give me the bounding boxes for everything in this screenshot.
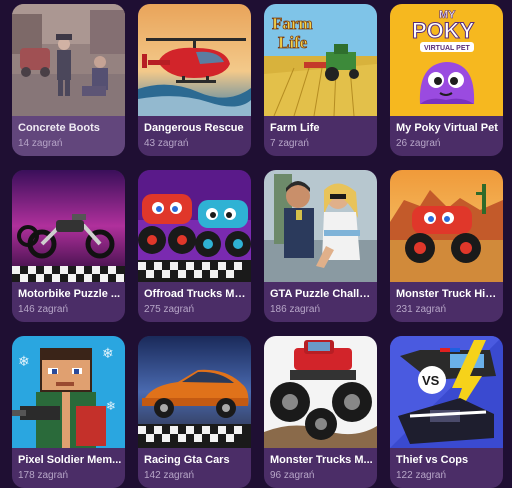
- play-count: 275 zagrań: [144, 304, 195, 315]
- motorbike-puzzle-thumbnail[interactable]: [12, 170, 125, 282]
- farm-life-thumbnail[interactable]: Farm Life: [264, 4, 377, 116]
- play-count: 122 zagrań: [396, 470, 447, 481]
- game-title[interactable]: Offroad Trucks Me...: [144, 288, 248, 301]
- game-card-pixel-soldier[interactable]: ❄ ❄ ❄ Pixel Soldier Mem... 178 zagrań: [12, 336, 125, 488]
- game-card-my-poky-virtual-pet[interactable]: MY POKY VIRTUAL PET My Poky Virtual Pet …: [390, 4, 503, 156]
- play-count: 43 zagrań: [144, 138, 189, 149]
- thief-vs-cops-thumbnail[interactable]: VS: [390, 336, 503, 448]
- pixel-soldier-thumbnail[interactable]: ❄ ❄ ❄: [12, 336, 125, 448]
- game-title[interactable]: Farm Life: [270, 122, 374, 135]
- game-card-gta-puzzle[interactable]: GTA Puzzle Challe... 186 zagrań: [264, 170, 377, 322]
- game-title[interactable]: Dangerous Rescue: [144, 122, 248, 135]
- game-title[interactable]: Monster Truck Hid...: [396, 288, 500, 301]
- svg-text:❄: ❄: [102, 346, 114, 362]
- game-card-concrete-boots[interactable]: Concrete Boots 14 zagrań: [12, 4, 125, 156]
- offroad-trucks-thumbnail[interactable]: [138, 170, 251, 282]
- play-count: 186 zagrań: [270, 304, 321, 315]
- svg-text:VS: VS: [422, 373, 440, 388]
- game-title[interactable]: My Poky Virtual Pet: [396, 122, 500, 135]
- game-card-offroad-trucks[interactable]: Offroad Trucks Me... 275 zagrań: [138, 170, 251, 322]
- game-title[interactable]: Monster Trucks M...: [270, 454, 374, 467]
- game-title[interactable]: GTA Puzzle Challe...: [270, 288, 374, 301]
- game-title[interactable]: Pixel Soldier Mem...: [18, 454, 122, 467]
- game-card-dangerous-rescue[interactable]: Dangerous Rescue 43 zagrań: [138, 4, 251, 156]
- play-count: 146 zagrań: [18, 304, 69, 315]
- game-card-monster-trucks-memory[interactable]: Monster Trucks M... 96 zagrań: [264, 336, 377, 488]
- game-title[interactable]: Concrete Boots: [18, 122, 122, 135]
- game-card-racing-gta-cars[interactable]: Racing Gta Cars 142 zagrań: [138, 336, 251, 488]
- svg-text:VIRTUAL PET: VIRTUAL PET: [424, 45, 470, 52]
- concrete-boots-thumbnail[interactable]: [12, 4, 125, 116]
- farm-life-logo-text: Farm: [272, 14, 313, 33]
- svg-text:❄: ❄: [18, 354, 30, 370]
- svg-text:POKY: POKY: [412, 18, 475, 43]
- play-count: 26 zagrań: [396, 138, 441, 149]
- racing-gta-cars-thumbnail[interactable]: [138, 336, 251, 448]
- play-count: 14 zagrań: [18, 138, 63, 149]
- game-card-farm-life[interactable]: Farm Life Farm Life 7 zagrań: [264, 4, 377, 156]
- play-count: 231 zagrań: [396, 304, 447, 315]
- game-grid: Concrete Boots 14 zagrań Dangerous Rescu…: [12, 4, 503, 488]
- play-count: 142 zagrań: [144, 470, 195, 481]
- game-title[interactable]: Racing Gta Cars: [144, 454, 248, 467]
- dangerous-rescue-thumbnail[interactable]: [138, 4, 251, 116]
- svg-text:❄: ❄: [106, 399, 116, 413]
- svg-text:Life: Life: [278, 33, 308, 52]
- monster-truck-hidden-thumbnail[interactable]: [390, 170, 503, 282]
- gta-puzzle-thumbnail[interactable]: [264, 170, 377, 282]
- play-count: 178 zagrań: [18, 470, 69, 481]
- game-card-motorbike-puzzle[interactable]: Motorbike Puzzle ... 146 zagrań: [12, 170, 125, 322]
- play-count: 7 zagrań: [270, 138, 309, 149]
- game-card-thief-vs-cops[interactable]: VS Thief vs Cops 122 zagrań: [390, 336, 503, 488]
- game-title[interactable]: Motorbike Puzzle ...: [18, 288, 122, 301]
- game-card-monster-truck-hidden[interactable]: Monster Truck Hid... 231 zagrań: [390, 170, 503, 322]
- game-title[interactable]: Thief vs Cops: [396, 454, 500, 467]
- my-poky-thumbnail[interactable]: MY POKY VIRTUAL PET: [390, 4, 503, 116]
- play-count: 96 zagrań: [270, 470, 315, 481]
- monster-trucks-memory-thumbnail[interactable]: [264, 336, 377, 448]
